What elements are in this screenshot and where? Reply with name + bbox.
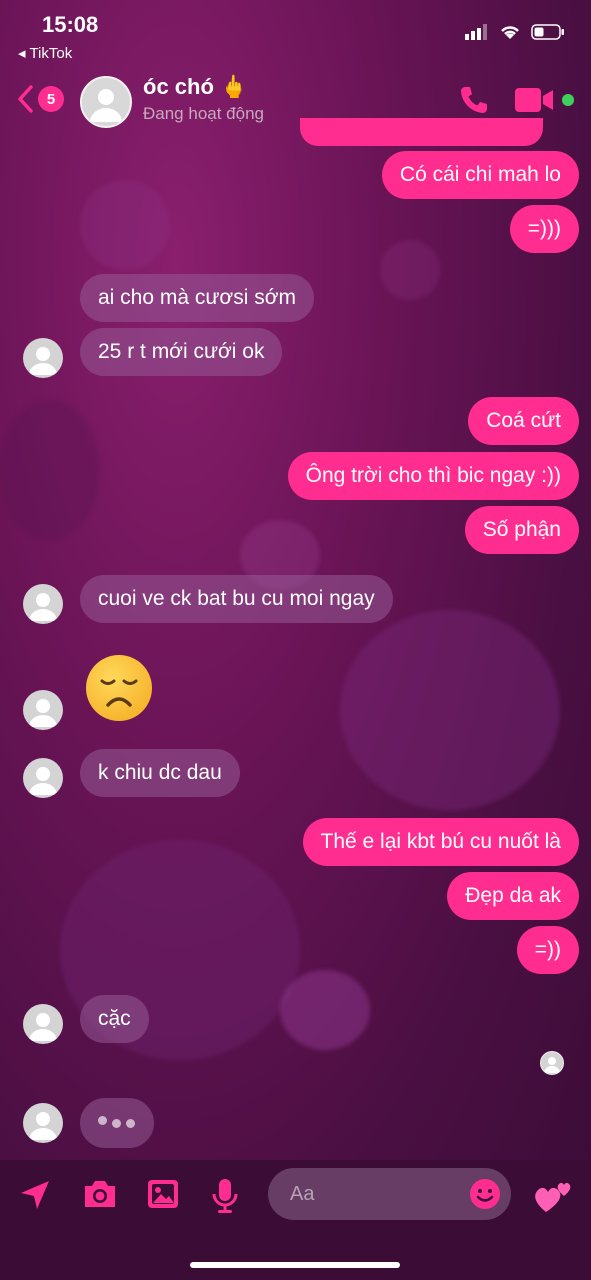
message-input-placeholder: Aa: [290, 1183, 315, 1205]
sender-avatar[interactable]: [23, 584, 63, 624]
video-camera-icon: [515, 88, 553, 112]
message-outgoing[interactable]: =))): [509, 205, 579, 253]
camera-button[interactable]: [82, 1178, 118, 1215]
online-indicator: [562, 94, 574, 106]
contact-name[interactable]: óc chó 🖕: [143, 74, 247, 100]
message-incoming[interactable]: 25 r t mới cưới ok: [80, 328, 283, 376]
unread-badge: 5: [38, 86, 64, 112]
message-incoming[interactable]: cặc: [80, 995, 149, 1043]
message-outgoing[interactable]: Đẹp da ak: [447, 872, 579, 920]
message-outgoing[interactable]: Có cái chi mah lo: [381, 151, 579, 199]
message-incoming[interactable]: cuoi ve ck bat bu cu moi ngay: [80, 575, 393, 623]
message-incoming[interactable]: ai cho mà cươsi sớm: [80, 274, 314, 322]
typing-dot: [112, 1119, 121, 1128]
sender-avatar[interactable]: [23, 690, 63, 730]
voice-message-button[interactable]: [210, 1178, 240, 1219]
gallery-button[interactable]: [146, 1178, 180, 1215]
status-bar: 15:08 ◂ TikTok: [0, 0, 591, 70]
two-hearts-icon: [535, 1182, 571, 1212]
back-to-app-link[interactable]: ◂ TikTok: [18, 44, 72, 62]
message-outgoing[interactable]: Số phận: [464, 506, 579, 554]
location-button[interactable]: [18, 1178, 52, 1217]
background-heart: [280, 970, 370, 1050]
message-outgoing[interactable]: Coá cứt: [468, 397, 579, 445]
message-incoming[interactable]: k chiu dc dau: [80, 749, 240, 797]
location-arrow-icon: [21, 1181, 49, 1209]
avatar-placeholder-icon: [29, 1013, 57, 1041]
contact-avatar[interactable]: [80, 76, 132, 128]
typing-avatar: [23, 1103, 63, 1143]
typing-indicator: [80, 1098, 154, 1148]
smiley-icon: [470, 1179, 500, 1209]
message-input[interactable]: Aa: [268, 1168, 511, 1220]
background-heart: [340, 610, 560, 810]
back-button[interactable]: 5: [16, 84, 64, 114]
camera-icon: [85, 1181, 115, 1207]
seen-receipt-avatar: [540, 1051, 564, 1075]
battery-icon: [531, 24, 564, 40]
home-indicator: [190, 1262, 400, 1268]
typing-dot: [98, 1116, 107, 1125]
avatar-placeholder-icon: [29, 593, 57, 621]
signal-icon: [465, 24, 487, 40]
sender-avatar[interactable]: [23, 338, 63, 378]
image-icon: [148, 1180, 178, 1208]
message-outgoing[interactable]: Thế e lại kbt bú cu nuốt là: [302, 818, 579, 866]
background-heart: [80, 180, 170, 270]
typing-dot: [126, 1119, 135, 1128]
message-bubble-partial: [300, 118, 543, 146]
phone-icon: [461, 87, 487, 113]
back-app-label: TikTok: [29, 45, 73, 62]
emoji-button[interactable]: [469, 1178, 501, 1215]
video-call-button[interactable]: [515, 87, 555, 118]
avatar-placeholder-icon: [544, 1057, 560, 1073]
avatar-placeholder-icon: [29, 767, 57, 795]
active-status: Đang hoạt động: [143, 104, 264, 123]
background-heart: [0, 400, 100, 540]
sender-avatar[interactable]: [23, 758, 63, 798]
disappointed-face-icon: [100, 679, 138, 707]
disappointed-face-emoji[interactable]: [86, 655, 152, 721]
status-icons: [465, 24, 565, 40]
message-outgoing[interactable]: =)): [516, 926, 579, 974]
wifi-icon: [501, 26, 519, 39]
quick-reaction-button[interactable]: [534, 1176, 574, 1219]
microphone-icon: [212, 1179, 238, 1213]
sender-avatar[interactable]: [23, 1004, 63, 1044]
avatar-placeholder-icon: [29, 347, 57, 375]
message-outgoing[interactable]: Ông trời cho thì bic ngay :)): [287, 452, 579, 500]
background-heart: [380, 240, 440, 300]
avatar-placeholder-icon: [29, 1112, 57, 1140]
avatar-placeholder-icon: [90, 89, 122, 122]
chevron-left-icon: [18, 85, 33, 113]
voice-call-button[interactable]: [458, 84, 490, 121]
clock: 15:08: [42, 12, 99, 37]
avatar-placeholder-icon: [29, 699, 57, 727]
